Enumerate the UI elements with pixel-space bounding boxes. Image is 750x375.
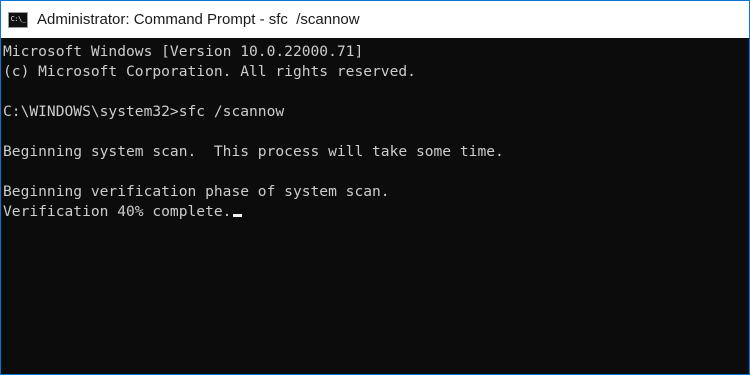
command-prompt-icon-glyph: C:\_ [10,15,26,23]
console-output[interactable]: Microsoft Windows [Version 10.0.22000.71… [1,38,749,374]
console-verification-progress-line: Verification 40% complete. [3,202,749,222]
console-prompt-command: C:\WINDOWS\system32>sfc /scannow [3,103,285,120]
command-prompt-icon[interactable]: C:\_ [8,11,28,28]
text-cursor [233,214,243,217]
console-verification-progress: Verification 40% complete. [3,203,232,220]
command-prompt-window: C:\_ Administrator: Command Prompt - sfc… [0,0,750,375]
console-header-line-1: Microsoft Windows [Version 10.0.22000.71… [3,43,364,60]
console-verification-begin: Beginning verification phase of system s… [3,183,390,200]
window-title: Administrator: Command Prompt - sfc /sca… [37,11,360,28]
console-scan-begin: Beginning system scan. This process will… [3,143,504,160]
title-bar[interactable]: C:\_ Administrator: Command Prompt - sfc… [1,1,749,38]
console-header-line-2: (c) Microsoft Corporation. All rights re… [3,63,416,80]
